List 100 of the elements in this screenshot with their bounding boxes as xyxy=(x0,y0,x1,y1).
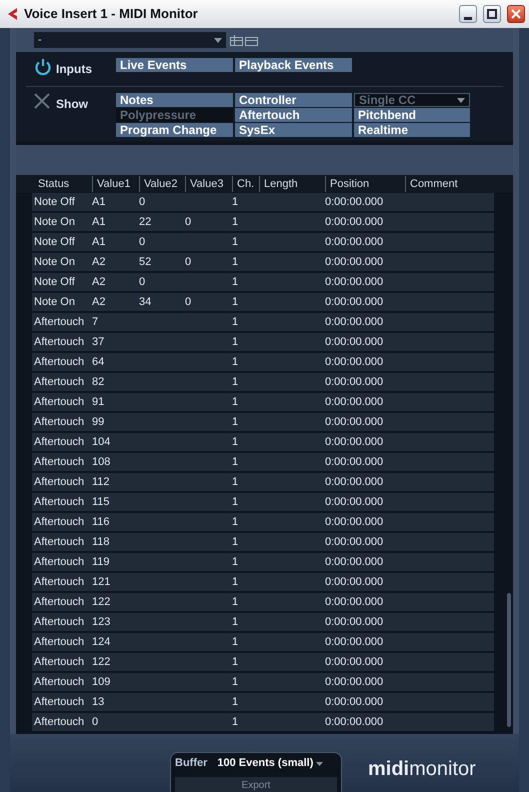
column-header[interactable]: Value1 xyxy=(92,176,139,192)
column-header[interactable]: Value2 xyxy=(139,176,185,192)
preset-dropdown[interactable]: - xyxy=(34,32,226,48)
maximize-button[interactable] xyxy=(483,5,501,23)
table-row[interactable]: Aftertouch 0 1 0:00:00.000 xyxy=(32,713,494,731)
buffer-dropdown[interactable]: 100 Events (small) xyxy=(217,755,324,772)
table-cell-text: 1 xyxy=(231,494,240,510)
table-cell-text: Aftertouch xyxy=(33,554,86,570)
table-row[interactable]: Note On A1 22 0 1 0:00:00.000 xyxy=(32,213,494,231)
table-row[interactable]: Aftertouch 119 1 0:00:00.000 xyxy=(32,553,494,571)
column-header[interactable]: Comment xyxy=(405,176,494,192)
table-cell-text: 1 xyxy=(231,574,240,590)
filter-toggle[interactable]: Controller xyxy=(235,93,352,107)
table-cell-text: A2 xyxy=(91,294,106,310)
table-cell-text: 1 xyxy=(231,534,240,550)
table-cell-text: 0:00:00.000 xyxy=(324,514,384,530)
filter-toggle[interactable]: Live Events xyxy=(116,58,233,72)
table-row[interactable]: Aftertouch 91 1 0:00:00.000 xyxy=(32,393,494,411)
table-cell-text: Aftertouch xyxy=(33,414,86,430)
table-cell-text: 1 xyxy=(231,674,240,690)
table-cell-text: 1 xyxy=(231,354,240,370)
table-cell-text: 1 xyxy=(231,474,240,490)
filter-toggle[interactable]: SysEx xyxy=(235,123,352,137)
table-row[interactable]: Aftertouch 118 1 0:00:00.000 xyxy=(32,533,494,551)
minimize-button[interactable] xyxy=(459,5,477,23)
table-row[interactable]: Aftertouch 37 1 0:00:00.000 xyxy=(32,333,494,351)
table-row[interactable]: Aftertouch 112 1 0:00:00.000 xyxy=(32,473,494,491)
table-row[interactable]: Aftertouch 123 1 0:00:00.000 xyxy=(32,613,494,631)
table-cell-text: 0:00:00.000 xyxy=(324,214,384,230)
table-cell-text: 0:00:00.000 xyxy=(324,374,384,390)
table-row[interactable]: Aftertouch 109 1 0:00:00.000 xyxy=(32,673,494,691)
table-row[interactable]: Aftertouch 122 1 0:00:00.000 xyxy=(32,593,494,611)
table-row[interactable]: Aftertouch 121 1 0:00:00.000 xyxy=(32,573,494,591)
table-row[interactable]: Note On A2 34 0 1 0:00:00.000 xyxy=(32,293,494,311)
table-cell-text: A1 xyxy=(91,214,106,230)
table-cell-text: 121 xyxy=(91,574,112,590)
table-cell-text: 0 xyxy=(138,234,146,250)
table-row[interactable]: Note Off A1 0 1 0:00:00.000 xyxy=(32,193,494,211)
column-header[interactable]: Value3 xyxy=(185,176,232,192)
close-icon xyxy=(509,7,523,21)
table-row[interactable]: Aftertouch 108 1 0:00:00.000 xyxy=(32,453,494,471)
table-row[interactable]: Aftertouch 122 1 0:00:00.000 xyxy=(32,653,494,671)
maximize-icon xyxy=(485,7,499,21)
column-header[interactable]: Ch. xyxy=(232,176,259,192)
table-cell-text: A1 xyxy=(91,234,106,250)
table-cell-text: 1 xyxy=(231,294,240,310)
table-cell-text: 1 xyxy=(231,234,240,250)
table-row[interactable]: Aftertouch 13 1 0:00:00.000 xyxy=(32,693,494,711)
column-header[interactable]: Length xyxy=(259,176,325,192)
close-button[interactable] xyxy=(507,5,525,23)
table-row[interactable]: Aftertouch 115 1 0:00:00.000 xyxy=(32,493,494,511)
table-cell-text: 0:00:00.000 xyxy=(324,294,384,310)
table-row[interactable]: Aftertouch 64 1 0:00:00.000 xyxy=(32,353,494,371)
table-row[interactable]: Aftertouch 82 1 0:00:00.000 xyxy=(32,373,494,391)
scrollbar-thumb[interactable] xyxy=(507,593,511,727)
filter-toggle[interactable]: Notes xyxy=(116,93,233,107)
table-cell-text: A1 xyxy=(91,194,106,210)
table-cell-text: 0:00:00.000 xyxy=(324,194,384,210)
filter-toggle[interactable]: Program Change xyxy=(116,123,233,137)
table-cell-text: 1 xyxy=(231,714,240,730)
table-cell-text: 0:00:00.000 xyxy=(324,654,384,670)
table-cell-text: 1 xyxy=(231,254,240,270)
table-cell-text: 0:00:00.000 xyxy=(324,234,384,250)
caret-icon xyxy=(457,98,465,102)
filter-toggle[interactable]: Aftertouch xyxy=(235,108,352,122)
table-cell-text: Aftertouch xyxy=(33,354,86,370)
table-cell-text: A2 xyxy=(91,274,106,290)
filter-toggle[interactable]: Realtime xyxy=(354,123,470,137)
table-cell-text: Aftertouch xyxy=(33,534,86,550)
table-cell-text: 0:00:00.000 xyxy=(324,414,384,430)
window-title: Voice Insert 1 - MIDI Monitor xyxy=(24,5,199,24)
filter-toggle[interactable]: Pitchbend xyxy=(354,108,470,122)
table-cell-text: Aftertouch xyxy=(33,674,86,690)
power-icon[interactable] xyxy=(34,58,52,76)
close-icon[interactable] xyxy=(34,93,50,109)
table-cell-text: 99 xyxy=(91,414,106,430)
table-row[interactable]: Aftertouch 104 1 0:00:00.000 xyxy=(32,433,494,451)
table-row[interactable]: Note On A2 52 0 1 0:00:00.000 xyxy=(32,253,494,271)
table-cell-text: 112 xyxy=(91,474,111,490)
filter-toggle[interactable]: Playback Events xyxy=(235,58,352,72)
table-row[interactable]: Aftertouch 116 1 0:00:00.000 xyxy=(32,513,494,531)
table-row[interactable]: Note Off A2 0 1 0:00:00.000 xyxy=(32,273,494,291)
table-row[interactable]: Aftertouch 99 1 0:00:00.000 xyxy=(32,413,494,431)
minimize-icon xyxy=(464,16,472,20)
table-row[interactable]: Aftertouch 7 1 0:00:00.000 xyxy=(32,313,494,331)
table-cell-text: 22 xyxy=(138,214,152,230)
table-cell-text: 1 xyxy=(231,394,240,410)
export-button[interactable]: Export xyxy=(175,776,337,792)
table-cell-text: 7 xyxy=(91,314,100,330)
table-cell-text: Aftertouch xyxy=(33,314,86,330)
table-cell-text: 104 xyxy=(91,434,112,450)
table-cell-text: 1 xyxy=(231,414,240,430)
table-cell-text: 1 xyxy=(231,454,240,470)
table-row[interactable]: Note Off A1 0 1 0:00:00.000 xyxy=(32,233,494,251)
table-cell-text: 0:00:00.000 xyxy=(324,454,384,470)
column-header[interactable]: Position xyxy=(325,176,405,192)
table-cell-text: Aftertouch xyxy=(33,694,86,710)
table-row[interactable]: Aftertouch 124 1 0:00:00.000 xyxy=(32,633,494,651)
column-header[interactable]: Status xyxy=(34,176,92,192)
table-cell-text: 0:00:00.000 xyxy=(324,554,384,570)
